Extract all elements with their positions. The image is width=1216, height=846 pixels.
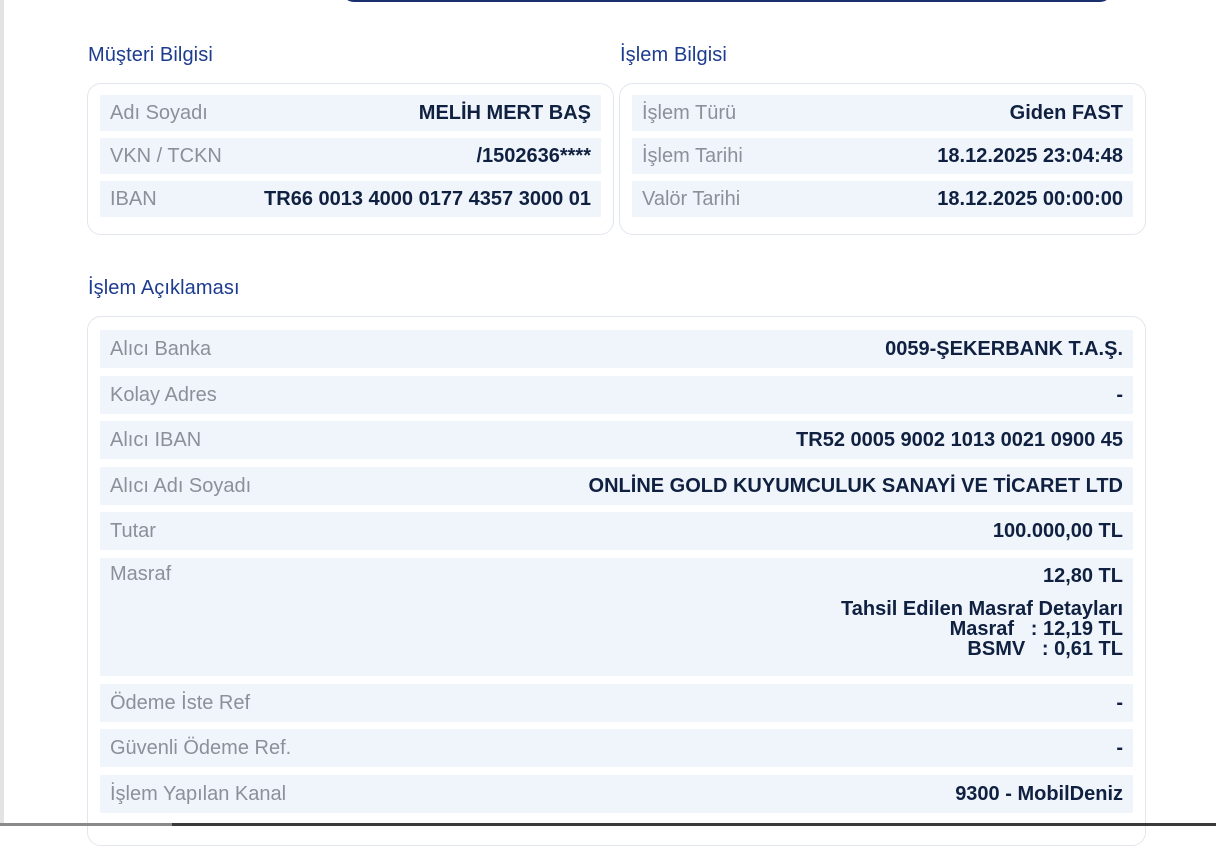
fee-label: Masraf — [110, 563, 172, 585]
channel-value: 9300 - MobilDeniz — [955, 782, 1123, 805]
fee-details-masraf: Masraf : 12,19 TL — [949, 618, 1123, 640]
amount-row: Tutar 100.000,00 TL — [100, 512, 1133, 550]
transaction-date-value: 18.12.2025 23:04:48 — [937, 144, 1123, 167]
customer-taxid-label: VKN / TCKN — [110, 144, 222, 167]
left-border — [0, 0, 4, 826]
customer-iban-row: IBAN TR66 0013 4000 0177 4357 3000 01 — [100, 181, 601, 217]
fee-info: 12,80 TL Tahsil Edilen Masraf Detayları … — [841, 563, 1123, 659]
receiver-name-label: Alıcı Adı Soyadı — [110, 474, 252, 497]
value-date-label: Valör Tarihi — [642, 187, 741, 210]
receiver-name-value: ONLİNE GOLD KUYUMCULUK SANAYİ VE TİCARET… — [588, 474, 1123, 497]
easy-address-value: - — [1116, 383, 1123, 406]
receiver-iban-value: TR52 0005 9002 1013 0021 0900 45 — [796, 428, 1123, 451]
header-bar — [342, 0, 1112, 2]
transaction-info-title: İşlem Bilgisi — [620, 44, 727, 66]
value-date-row: Valör Tarihi 18.12.2025 00:00:00 — [632, 181, 1133, 217]
transaction-date-row: İşlem Tarihi 18.12.2025 23:04:48 — [632, 138, 1133, 174]
customer-info-card: Adı Soyadı MELİH MERT BAŞ VKN / TCKN /15… — [87, 83, 614, 235]
fee-row: Masraf 12,80 TL Tahsil Edilen Masraf Det… — [100, 558, 1133, 676]
fee-value: 12,80 TL — [1042, 565, 1123, 587]
amount-label: Tutar — [110, 519, 156, 542]
amount-value: 100.000,00 TL — [992, 519, 1123, 542]
receiver-bank-label: Alıcı Banka — [110, 337, 212, 360]
request-payment-ref-row: Ödeme İste Ref - — [100, 684, 1133, 722]
transaction-date-label: İşlem Tarihi — [642, 144, 743, 167]
request-payment-ref-label: Ödeme İste Ref — [110, 691, 251, 714]
customer-taxid-value: /1502636**** — [476, 144, 591, 167]
receiver-bank-value: 0059-ŞEKERBANK T.A.Ş. — [885, 337, 1123, 360]
customer-info-title: Müşteri Bilgisi — [88, 44, 213, 66]
secure-payment-ref-value: - — [1116, 736, 1123, 759]
channel-row: İşlem Yapılan Kanal 9300 - MobilDeniz — [100, 775, 1133, 813]
transaction-description-card: Alıcı Banka 0059-ŞEKERBANK T.A.Ş. Kolay … — [87, 316, 1146, 846]
fee-details-bsmv: BSMV : 0,61 TL — [967, 638, 1123, 660]
fee-details: Tahsil Edilen Masraf Detayları Masraf : … — [841, 599, 1123, 659]
request-payment-ref-value: - — [1116, 691, 1123, 714]
transaction-type-label: İşlem Türü — [642, 101, 737, 124]
transaction-info-card: İşlem Türü Giden FAST İşlem Tarihi 18.12… — [619, 83, 1146, 235]
transaction-description-title: İşlem Açıklaması — [88, 277, 240, 299]
transaction-type-row: İşlem Türü Giden FAST — [632, 95, 1133, 131]
easy-address-label: Kolay Adres — [110, 383, 217, 406]
receiver-iban-row: Alıcı IBAN TR52 0005 9002 1013 0021 0900… — [100, 421, 1133, 459]
value-date-value: 18.12.2025 00:00:00 — [937, 187, 1123, 210]
receiver-name-row: Alıcı Adı Soyadı ONLİNE GOLD KUYUMCULUK … — [100, 467, 1133, 505]
customer-iban-label: IBAN — [110, 187, 157, 210]
customer-taxid-row: VKN / TCKN /1502636**** — [100, 138, 601, 174]
secure-payment-ref-label: Güvenli Ödeme Ref. — [110, 736, 292, 759]
customer-name-row: Adı Soyadı MELİH MERT BAŞ — [100, 95, 601, 131]
channel-label: İşlem Yapılan Kanal — [110, 782, 287, 805]
customer-name-label: Adı Soyadı — [110, 101, 208, 124]
receiver-bank-row: Alıcı Banka 0059-ŞEKERBANK T.A.Ş. — [100, 330, 1133, 368]
transaction-type-value: Giden FAST — [1009, 101, 1123, 124]
receiver-iban-label: Alıcı IBAN — [110, 428, 202, 451]
customer-name-value: MELİH MERT BAŞ — [418, 101, 591, 124]
customer-iban-value: TR66 0013 4000 0177 4357 3000 01 — [264, 187, 591, 210]
secure-payment-ref-row: Güvenli Ödeme Ref. - — [100, 729, 1133, 767]
fee-details-title: Tahsil Edilen Masraf Detayları — [841, 598, 1123, 620]
easy-address-row: Kolay Adres - — [100, 376, 1133, 414]
